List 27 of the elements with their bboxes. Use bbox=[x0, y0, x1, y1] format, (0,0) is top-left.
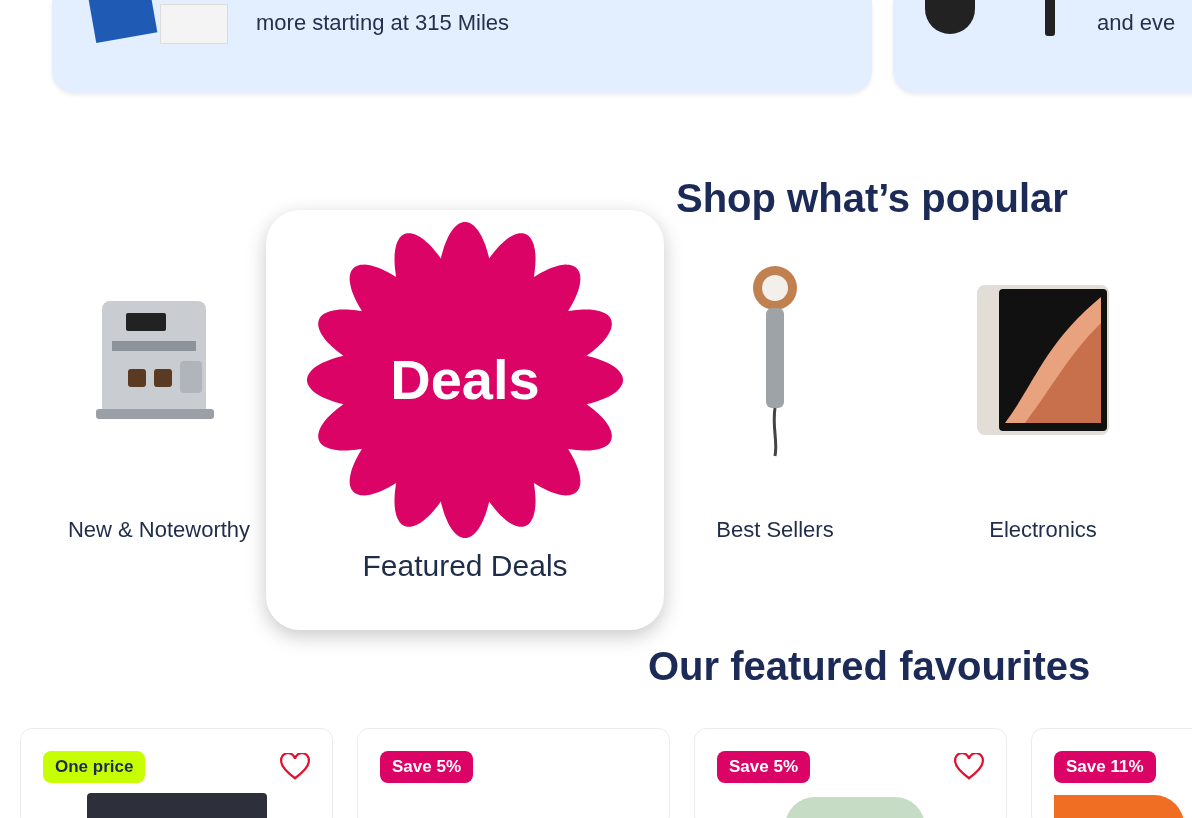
product-badge: One price bbox=[43, 751, 146, 783]
product-badge: Save 11% bbox=[1054, 751, 1156, 783]
section-heading: Shop what’s popular bbox=[675, 176, 1069, 220]
starburst-icon bbox=[305, 220, 625, 540]
product-photo-placeholder bbox=[1045, 0, 1055, 36]
heart-icon[interactable] bbox=[280, 753, 310, 781]
category-label: Electronics bbox=[989, 516, 1097, 544]
heart-icon[interactable] bbox=[954, 753, 984, 781]
product-card[interactable]: Save 5% bbox=[694, 728, 1007, 818]
promo-banner[interactable]: and eve bbox=[893, 0, 1192, 93]
product-badge: Save 5% bbox=[717, 751, 810, 783]
category-tile[interactable]: Deals Featured Deals bbox=[266, 210, 664, 630]
deals-badge-text: Deals bbox=[389, 350, 541, 410]
promo-banner[interactable]: more starting at 315 Miles bbox=[52, 0, 872, 93]
product-card[interactable]: Save 11% bbox=[1031, 728, 1192, 818]
banner-text: more starting at 315 Miles bbox=[256, 9, 510, 37]
product-card[interactable]: One price bbox=[20, 728, 333, 818]
product-badge: Save 5% bbox=[380, 751, 473, 783]
category-label: Featured Deals bbox=[362, 548, 568, 584]
store-card-photo-placeholder bbox=[160, 4, 228, 44]
banner-text: and eve bbox=[1097, 9, 1176, 37]
product-photo-placeholder bbox=[925, 0, 975, 34]
section-heading: Our featured favourites bbox=[647, 644, 1092, 688]
product-card[interactable]: Save 5% bbox=[357, 728, 670, 818]
category-label: New & Noteworthy bbox=[67, 516, 251, 544]
category-label: Best Sellers bbox=[716, 516, 834, 544]
category-tile[interactable]: New & Noteworthy bbox=[56, 210, 262, 630]
